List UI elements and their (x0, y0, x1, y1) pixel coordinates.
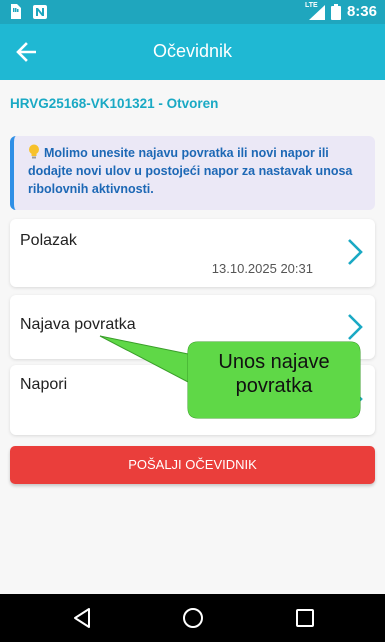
status-bar-right: LTE 8:36 (304, 1, 377, 21)
card-title: Polazak (20, 232, 77, 249)
send-ocevidnik-button[interactable]: POŠALJI OČEVIDNIK (10, 446, 375, 484)
callout-text: Unos najave povratka (218, 351, 330, 397)
notification-icon (11, 4, 21, 19)
status-bar: LTE 8:36 (0, 0, 385, 24)
card-title: Najava povratka (20, 316, 136, 333)
info-message: Molimo unesite najavu povratka ili novi … (10, 136, 375, 210)
page-title: Očevidnik (152, 41, 233, 61)
info-text: Molimo unesite najavu povratka ili novi … (28, 146, 353, 196)
status-time: 8:36 (346, 3, 377, 20)
chevron-right-icon (348, 314, 363, 340)
lte-signal-icon: LTE (304, 1, 325, 20)
battery-icon (330, 3, 341, 20)
card-title: Napori (20, 376, 68, 393)
navigation-bar (0, 594, 385, 642)
record-header: HRVG25168-VK101321 - Otvoren (10, 96, 219, 111)
card-count: 2 (305, 405, 313, 420)
lightbulb-icon (29, 144, 39, 159)
network-type-label: LTE (304, 1, 318, 9)
info-text-wrapper: Molimo unesite najavu povratka ili novi … (28, 144, 365, 198)
card-polazak[interactable]: Polazak 13.10.2025 20:31 (10, 219, 375, 287)
chevron-right-icon (348, 239, 363, 265)
home-circle-icon[interactable] (181, 606, 205, 630)
n-app-icon (33, 4, 47, 19)
app-bar: Očevidnik (0, 24, 385, 80)
card-timestamp: 13.10.2025 20:31 (211, 261, 313, 276)
status-bar-left (10, 4, 47, 19)
recents-square-icon[interactable] (293, 606, 317, 630)
back-triangle-icon[interactable] (70, 606, 94, 630)
